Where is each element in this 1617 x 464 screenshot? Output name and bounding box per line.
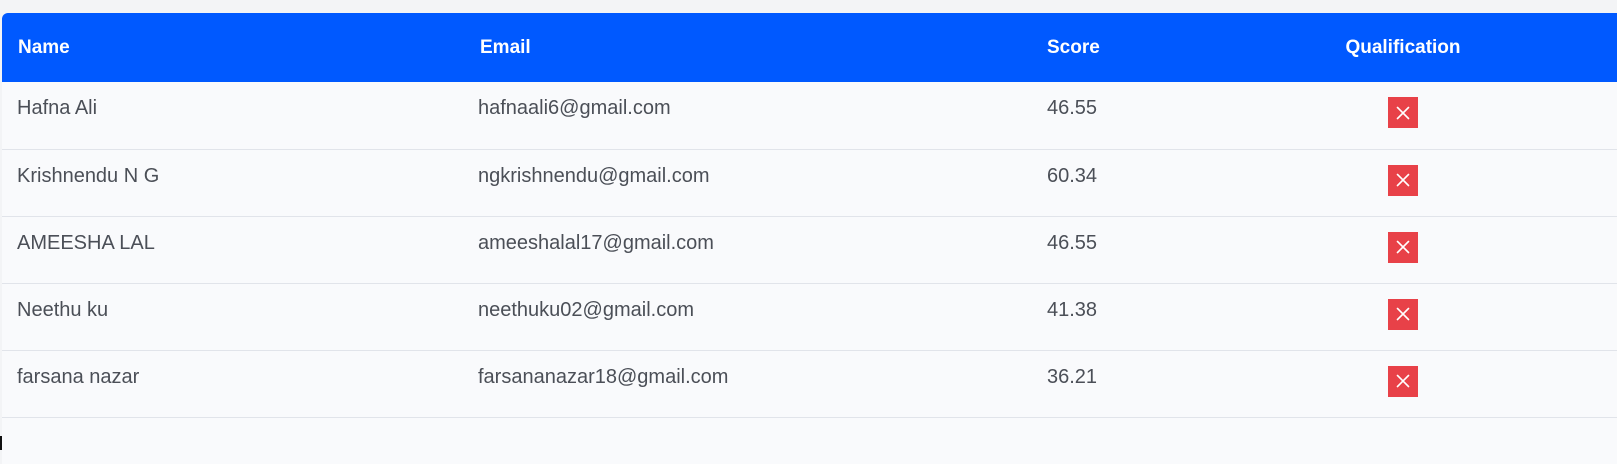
cell-qualification [1252, 149, 1617, 216]
cell-name: Krishnendu N G [2, 149, 478, 216]
cell-name: Hafna Ali [2, 82, 478, 149]
page: Name Email Score Qualification Hafna Ali… [0, 0, 1617, 464]
candidate-name: Krishnendu N G [17, 164, 160, 187]
table-body: Hafna Ali hafnaali6@gmail.com 46.55 Krishne… [2, 82, 1617, 417]
qualification-wrap [1252, 351, 1554, 397]
close-icon [1396, 374, 1410, 388]
close-icon [1396, 240, 1410, 254]
column-header-qualification-label: Qualification [1345, 36, 1461, 58]
column-header-email[interactable]: Email [478, 13, 1047, 82]
cell-email: ngkrishnendu@gmail.com [478, 149, 1047, 216]
not-qualified-button[interactable] [1388, 365, 1418, 397]
candidate-score: 60.34 [1047, 164, 1098, 187]
cell-name: farsana nazar [2, 350, 478, 417]
candidate-name: Hafna Ali [17, 97, 98, 119]
table-header-row: Name Email Score Qualification [2, 13, 1617, 82]
cell-qualification [1252, 216, 1617, 283]
cell-score: 60.34 [1047, 149, 1252, 216]
cell-qualification [1252, 350, 1617, 417]
results-table: Name Email Score Qualification Hafna Ali… [2, 13, 1617, 418]
cell-score: 46.55 [1047, 82, 1252, 149]
cell-email: neethuku02@gmail.com [478, 283, 1047, 350]
candidate-email: ngkrishnendu@gmail.com [478, 164, 710, 187]
candidate-email: farsananazar18@gmail.com [478, 365, 729, 388]
not-qualified-button[interactable] [1388, 298, 1418, 330]
results-table-card: Name Email Score Qualification Hafna Ali… [2, 13, 1617, 464]
candidate-email: ameeshalal17@gmail.com [478, 231, 714, 254]
table-row[interactable]: farsana nazar farsananazar18@gmail.com 36.… [2, 350, 1617, 417]
column-header-qualification[interactable]: Qualification [1252, 13, 1617, 82]
cell-qualification [1252, 283, 1617, 350]
column-header-score[interactable]: Score [1047, 13, 1252, 82]
table-row[interactable]: Krishnendu N G ngkrishnendu@gmail.com 60.3… [2, 149, 1617, 216]
candidate-name: Neethu ku [17, 298, 109, 321]
close-icon [1396, 307, 1410, 321]
qualification-wrap [1252, 150, 1554, 196]
candidate-name: AMEESHA LAL [17, 231, 155, 254]
close-icon [1396, 173, 1410, 187]
cell-name: AMEESHA LAL [2, 216, 478, 283]
candidate-score: 41.38 [1047, 298, 1098, 321]
qualification-wrap [1252, 217, 1554, 263]
cell-email: hafnaali6@gmail.com [478, 82, 1047, 149]
candidate-score: 36.21 [1047, 365, 1098, 388]
qualification-wrap [1252, 284, 1554, 330]
candidate-email: hafnaali6@gmail.com [478, 97, 671, 119]
not-qualified-button[interactable] [1388, 97, 1418, 128]
not-qualified-button[interactable] [1388, 231, 1418, 263]
candidate-score: 46.55 [1047, 231, 1098, 254]
cell-qualification [1252, 82, 1617, 149]
qualification-wrap [1252, 82, 1554, 128]
table-row[interactable]: Neethu ku neethuku02@gmail.com 41.38 [2, 283, 1617, 350]
candidate-score: 46.55 [1047, 97, 1098, 119]
cell-email: farsananazar18@gmail.com [478, 350, 1047, 417]
cell-score: 46.55 [1047, 216, 1252, 283]
cell-score: 36.21 [1047, 350, 1252, 417]
close-icon [1396, 106, 1410, 120]
cell-score: 41.38 [1047, 283, 1252, 350]
not-qualified-button[interactable] [1388, 164, 1418, 196]
candidate-email: neethuku02@gmail.com [478, 298, 694, 321]
text-cursor [0, 436, 2, 450]
candidate-name: farsana nazar [17, 365, 140, 388]
cell-email: ameeshalal17@gmail.com [478, 216, 1047, 283]
cell-name: Neethu ku [2, 283, 478, 350]
column-header-name[interactable]: Name [2, 13, 478, 82]
table-row[interactable]: Hafna Ali hafnaali6@gmail.com 46.55 [2, 82, 1617, 149]
table-row[interactable]: AMEESHA LAL ameeshalal17@gmail.com 46.55 [2, 216, 1617, 283]
